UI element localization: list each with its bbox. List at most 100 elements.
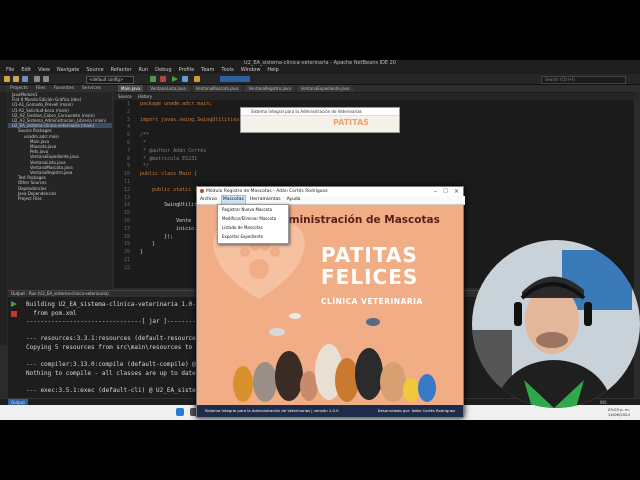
code-text: public static vo xyxy=(140,186,201,193)
dropdown-item[interactable]: Exportar Expediente xyxy=(218,232,288,241)
window-title-bar[interactable]: Módulo Registro de Mascotas - Adán Corté… xyxy=(197,187,463,196)
ide-menu-file[interactable]: File xyxy=(6,67,14,74)
source-tab-history[interactable]: History xyxy=(138,93,152,100)
ide-toolbar: <default config> Search (Ctrl+I) xyxy=(0,74,640,85)
webcam-overlay xyxy=(472,240,640,408)
source-tab-source[interactable]: Source xyxy=(118,93,132,100)
project-panel-tabs: Projects Files Favorites Services xyxy=(0,85,122,92)
line-number: 3 xyxy=(126,116,130,123)
line-number: 15 xyxy=(123,210,130,217)
line-number: 8 xyxy=(126,155,130,162)
app-logo-icon xyxy=(200,189,204,193)
new-project-icon[interactable] xyxy=(4,76,10,82)
line-number: 22 xyxy=(123,264,130,271)
close-icon[interactable]: × xyxy=(454,187,459,196)
line-number: 9 xyxy=(126,163,130,170)
run-icon[interactable] xyxy=(172,76,178,82)
editor-tab[interactable]: VentanaExpediente.java xyxy=(297,85,353,92)
code-line: 6 * xyxy=(114,140,634,148)
system-clock[interactable]: 03:03 p. m. 14/06/2024 xyxy=(608,407,630,417)
project-tab-projects[interactable]: Projects xyxy=(10,85,28,92)
app-menu-herramientas[interactable]: Herramientas xyxy=(249,196,282,204)
line-number: 12 xyxy=(123,186,130,193)
editor-tab[interactable]: VentanaLista.java xyxy=(147,85,189,92)
project-tab-files[interactable]: Files xyxy=(36,85,46,92)
editor-tab[interactable]: VentanaRegistro.java xyxy=(245,85,294,92)
line-number: 10 xyxy=(123,171,130,178)
project-tree: JavaModule1 Flat 8 Mundo Edición Gráfica … xyxy=(8,92,112,201)
ide-menu-help[interactable]: Help xyxy=(267,67,278,74)
save-all-icon[interactable] xyxy=(22,76,28,82)
code-line: 7 * @author Adán Cortés xyxy=(114,148,634,156)
app-menu-archivo[interactable]: Archivo xyxy=(199,196,218,204)
project-tab-services[interactable]: Services xyxy=(82,85,101,92)
code-text: /** xyxy=(140,132,150,139)
ide-menu-view[interactable]: View xyxy=(38,67,50,74)
line-number: 2 xyxy=(126,108,130,115)
profile-icon[interactable] xyxy=(194,76,200,82)
code-line: 9 */ xyxy=(114,163,634,171)
start-icon[interactable] xyxy=(176,408,184,416)
ide-menu-debug[interactable]: Debug xyxy=(155,67,171,74)
line-number: 14 xyxy=(123,202,130,209)
ide-title-bar: U2_EA_sistema-clinica-veterinaria - Apac… xyxy=(0,60,640,67)
code-text: import javax.swing.SwingUtilities; xyxy=(140,116,243,123)
projects-panel: JavaModule1 Flat 8 Mundo Edición Gráfica … xyxy=(8,92,112,292)
code-text: }); xyxy=(140,233,174,240)
minimize-icon[interactable]: – xyxy=(434,187,437,196)
open-project-icon[interactable] xyxy=(13,76,19,82)
rerun-icon[interactable] xyxy=(11,301,17,307)
ide-menu-tools[interactable]: Tools xyxy=(221,67,233,74)
redo-icon[interactable] xyxy=(43,76,49,82)
code-text: * @author Adán Cortés xyxy=(140,147,207,154)
line-number: 6 xyxy=(126,139,130,146)
editor-tab[interactable]: Main.java xyxy=(118,85,144,92)
footer-right: Desarrollado por: Adán Cortés Rodríguez xyxy=(377,408,455,413)
undo-icon[interactable] xyxy=(34,76,40,82)
ide-menu-refactor[interactable]: Refactor xyxy=(111,67,132,74)
debug-icon[interactable] xyxy=(182,76,188,82)
code-text: } xyxy=(140,241,156,248)
pets-illustration xyxy=(233,313,436,402)
ide-menu-bar: File Edit View Navigate Source Refactor Run Deb… xyxy=(0,67,640,74)
maximize-icon[interactable]: □ xyxy=(443,187,448,196)
code-text: */ xyxy=(140,163,150,170)
line-number: 20 xyxy=(123,249,130,256)
search-input[interactable]: Search (Ctrl+I) xyxy=(541,76,626,84)
code-line: 10 public class Main { xyxy=(114,171,634,179)
code-text: public class Main { xyxy=(140,171,198,178)
line-number: 16 xyxy=(123,217,130,224)
ide-menu-edit[interactable]: Edit xyxy=(21,67,31,74)
project-tree-item[interactable]: Project Files xyxy=(8,196,112,201)
page-heading: Administración de Mascotas xyxy=(273,214,440,226)
brand-line-2: FELICES xyxy=(321,265,419,289)
project-tab-favorites[interactable]: Favorites xyxy=(54,85,74,92)
app-menu-ayuda[interactable]: Ayuda xyxy=(286,196,302,204)
ide-menu-team[interactable]: Team xyxy=(201,67,214,74)
dropdown-item[interactable]: Listado de Mascotas xyxy=(218,223,288,232)
stop-icon[interactable] xyxy=(11,311,17,317)
line-number: 7 xyxy=(126,147,130,154)
background-app-window[interactable]: Sistema Integral para la Administración … xyxy=(240,107,400,133)
ide-menu-run[interactable]: Run xyxy=(139,67,149,74)
line-number: 1 xyxy=(126,101,130,107)
code-line: 5 /** xyxy=(114,132,634,140)
code-text: * xyxy=(140,139,147,146)
editor-tab[interactable]: VentanaMascota.java xyxy=(192,85,242,92)
build-icon[interactable] xyxy=(150,76,156,82)
paw-pad xyxy=(249,259,269,279)
app-menu-mascotas[interactable]: Mascotas xyxy=(220,195,246,205)
code-text: * @matricula ES231 xyxy=(140,155,198,162)
dropdown-item[interactable]: Modificar/Eliminar Mascota xyxy=(218,214,288,223)
ide-menu-profile[interactable]: Profile xyxy=(179,67,195,74)
ide-menu-source[interactable]: Source xyxy=(86,67,103,74)
registro-mascotas-window[interactable]: Módulo Registro de Mascotas - Adán Corté… xyxy=(196,186,465,418)
config-select[interactable]: <default config> xyxy=(86,76,134,84)
left-side-bar xyxy=(0,85,7,345)
line-number: 11 xyxy=(123,178,130,185)
ide-menu-navigate[interactable]: Navigate xyxy=(57,67,79,74)
ide-menu-window[interactable]: Window xyxy=(241,67,261,74)
dropdown-item[interactable]: Registrar Nueva Mascota xyxy=(218,205,288,214)
mascotas-dropdown-menu: Registrar Nueva Mascota Modificar/Elimina… xyxy=(217,204,289,244)
clean-build-icon[interactable] xyxy=(160,76,166,82)
